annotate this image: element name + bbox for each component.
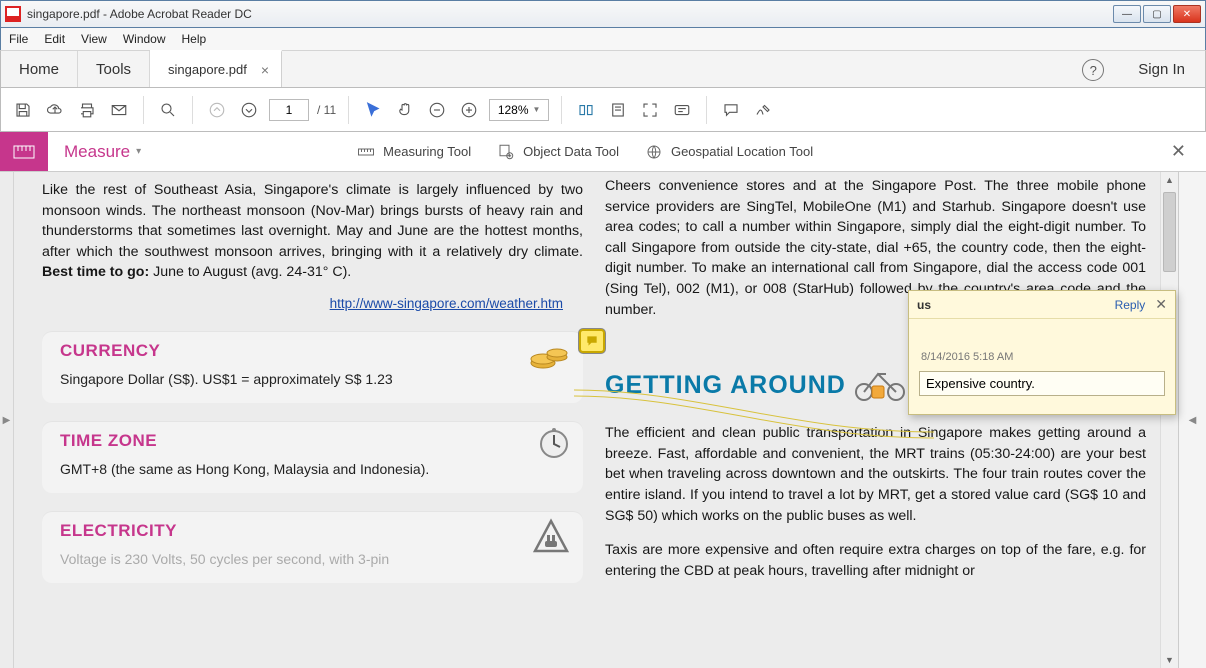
comment-text-input[interactable] bbox=[919, 371, 1165, 396]
print-icon[interactable] bbox=[75, 98, 99, 122]
object-data-tool-label: Object Data Tool bbox=[523, 144, 619, 159]
comment-popup: us Reply ✕ 8/14/2016 5:18 AM bbox=[908, 290, 1176, 415]
measure-title-label: Measure bbox=[64, 142, 130, 162]
tab-home[interactable]: Home bbox=[1, 51, 78, 87]
search-icon[interactable] bbox=[156, 98, 180, 122]
clock-icon bbox=[537, 427, 571, 466]
geospatial-tool-button[interactable]: Geospatial Location Tool bbox=[645, 143, 813, 161]
fit-page-icon[interactable] bbox=[606, 98, 630, 122]
zoom-out-icon[interactable] bbox=[425, 98, 449, 122]
measure-close-icon[interactable]: ✕ bbox=[1151, 132, 1206, 171]
page-up-icon[interactable] bbox=[205, 98, 229, 122]
page-right-column: Cheers convenience stores and at the Sin… bbox=[603, 172, 1152, 668]
timezone-text: GMT+8 (the same as Hong Kong, Malaysia a… bbox=[60, 461, 565, 477]
vertical-scrollbar[interactable]: ▲ ▼ bbox=[1160, 172, 1178, 668]
timezone-card: TIME ZONE GMT+8 (the same as Hong Kong, … bbox=[42, 421, 583, 493]
help-icon[interactable]: ? bbox=[1082, 59, 1104, 81]
fullscreen-icon[interactable] bbox=[638, 98, 662, 122]
taxi-paragraph: Taxis are more expensive and often requi… bbox=[605, 540, 1146, 581]
comment-author: us bbox=[917, 298, 1115, 312]
chevron-down-icon: ▼ bbox=[533, 105, 541, 114]
page-down-icon[interactable] bbox=[237, 98, 261, 122]
page-left-column: Like the rest of Southeast Asia, Singapo… bbox=[22, 172, 585, 668]
chevron-down-icon: ▾ bbox=[136, 146, 141, 157]
sign-in-button[interactable]: Sign In bbox=[1118, 51, 1205, 87]
electricity-heading: ELECTRICITY bbox=[60, 521, 565, 541]
close-button[interactable]: ✕ bbox=[1173, 5, 1201, 23]
title-bar: singapore.pdf - Adobe Acrobat Reader DC … bbox=[0, 0, 1206, 28]
mail-icon[interactable] bbox=[107, 98, 131, 122]
app-icon bbox=[5, 6, 21, 22]
menu-help[interactable]: Help bbox=[182, 32, 207, 46]
window-title: singapore.pdf - Adobe Acrobat Reader DC bbox=[27, 7, 1113, 21]
save-icon[interactable] bbox=[11, 98, 35, 122]
timezone-heading: TIME ZONE bbox=[60, 431, 565, 451]
left-panel-toggle[interactable]: ▶ bbox=[0, 172, 14, 668]
currency-card: CURRENCY Singapore Dollar (S$). US$1 = a… bbox=[42, 331, 583, 403]
electricity-card: ELECTRICITY Voltage is 230 Volts, 50 cyc… bbox=[42, 511, 583, 583]
page-viewport[interactable]: Like the rest of Southeast Asia, Singapo… bbox=[14, 172, 1160, 668]
weather-link[interactable]: http://www-singapore.com/weather.htm bbox=[330, 296, 563, 311]
menu-file[interactable]: File bbox=[9, 32, 28, 46]
ruler-icon bbox=[357, 143, 375, 161]
zoom-in-icon[interactable] bbox=[457, 98, 481, 122]
page-number-input[interactable] bbox=[269, 99, 309, 121]
fit-width-icon[interactable] bbox=[574, 98, 598, 122]
globe-icon bbox=[645, 143, 663, 161]
scroll-thumb[interactable] bbox=[1163, 192, 1176, 272]
transport-paragraph: The efficient and clean public transport… bbox=[605, 423, 1146, 526]
object-data-icon bbox=[497, 143, 515, 161]
chevron-left-icon: ◀ bbox=[1189, 415, 1197, 426]
tab-close-icon[interactable]: × bbox=[261, 62, 269, 78]
cloud-upload-icon[interactable] bbox=[43, 98, 67, 122]
measuring-tool-button[interactable]: Measuring Tool bbox=[357, 143, 471, 161]
comment-reply-link[interactable]: Reply bbox=[1115, 298, 1146, 312]
tab-document-label: singapore.pdf bbox=[168, 62, 247, 77]
chevron-right-icon: ▶ bbox=[3, 415, 11, 426]
document-area: ▶ Like the rest of Southeast Asia, Singa… bbox=[0, 172, 1206, 668]
menu-bar: File Edit View Window Help bbox=[0, 28, 1206, 50]
hand-icon[interactable] bbox=[393, 98, 417, 122]
plug-icon bbox=[531, 517, 571, 562]
maximize-button[interactable]: ▢ bbox=[1143, 5, 1171, 23]
bike-icon bbox=[852, 362, 908, 409]
tab-document[interactable]: singapore.pdf × bbox=[150, 50, 282, 87]
measure-badge-icon bbox=[0, 132, 48, 171]
measuring-tool-label: Measuring Tool bbox=[383, 144, 471, 159]
comment-close-icon[interactable]: ✕ bbox=[1155, 296, 1167, 313]
page-total-label: / 11 bbox=[317, 103, 336, 117]
sign-icon[interactable] bbox=[751, 98, 775, 122]
zoom-select[interactable]: 128% ▼ bbox=[489, 99, 549, 121]
measure-toolbar: Measure ▾ Measuring Tool Object Data Too… bbox=[0, 132, 1206, 172]
menu-view[interactable]: View bbox=[81, 32, 107, 46]
tab-tools[interactable]: Tools bbox=[78, 51, 150, 87]
minimize-button[interactable]: — bbox=[1113, 5, 1141, 23]
comment-icon[interactable] bbox=[719, 98, 743, 122]
comment-header: us Reply ✕ bbox=[909, 291, 1175, 319]
pointer-icon[interactable] bbox=[361, 98, 385, 122]
object-data-tool-button[interactable]: Object Data Tool bbox=[497, 143, 619, 161]
main-toolbar: / 11 128% ▼ bbox=[0, 88, 1206, 132]
window-buttons: — ▢ ✕ bbox=[1113, 5, 1201, 23]
best-time-value: June to August (avg. 24-31° C). bbox=[149, 264, 351, 280]
currency-text: Singapore Dollar (S$). US$1 = approximat… bbox=[60, 371, 565, 387]
electricity-text: Voltage is 230 Volts, 50 cycles per seco… bbox=[60, 551, 565, 567]
right-panel-toggle[interactable]: ◀ bbox=[1178, 172, 1206, 668]
currency-heading: CURRENCY bbox=[60, 341, 565, 361]
sticky-note-icon[interactable] bbox=[579, 329, 605, 353]
scroll-up-icon[interactable]: ▲ bbox=[1161, 172, 1178, 188]
climate-paragraph: Like the rest of Southeast Asia, Singapo… bbox=[42, 180, 583, 283]
best-time-label: Best time to go: bbox=[42, 264, 149, 280]
scroll-down-icon[interactable]: ▼ bbox=[1161, 652, 1178, 668]
coins-icon bbox=[529, 337, 571, 376]
zoom-value: 128% bbox=[498, 103, 529, 117]
app-tabs: Home Tools singapore.pdf × ? Sign In bbox=[0, 50, 1206, 88]
geospatial-tool-label: Geospatial Location Tool bbox=[671, 144, 813, 159]
comment-date: 8/14/2016 5:18 AM bbox=[909, 319, 1175, 371]
menu-edit[interactable]: Edit bbox=[44, 32, 65, 46]
measure-tools: Measuring Tool Object Data Tool Geospati… bbox=[357, 132, 813, 171]
read-mode-icon[interactable] bbox=[670, 98, 694, 122]
measure-title[interactable]: Measure ▾ bbox=[48, 132, 157, 171]
menu-window[interactable]: Window bbox=[123, 32, 166, 46]
